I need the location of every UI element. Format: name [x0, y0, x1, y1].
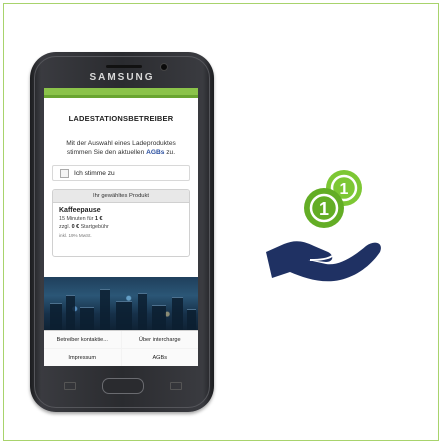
phone-screen: LADESTATIONSBETREIBER Mit der Auswahl ei… [44, 88, 198, 366]
agbs-button[interactable]: AGBs [121, 349, 198, 366]
fee-value: 0 € [71, 224, 80, 230]
app-top-bar [44, 88, 198, 95]
back-softkey[interactable] [170, 382, 182, 390]
agb-info-text: Mit der Auswahl eines Ladeproduktes stim… [52, 139, 190, 157]
footer-button-grid: Betreiber kontaktie... Über intercharge … [44, 330, 198, 366]
smartphone: SAMSUNG LADESTATIONSBETREIBER Mit der Au… [30, 52, 214, 412]
hand-with-coins-icon: 1 1 [262, 160, 392, 300]
agree-checkbox-row[interactable]: Ich stimme zu [52, 165, 190, 181]
product-card-header: Ihr gewähltes Produkt [53, 190, 189, 203]
product-name: Kaffeepause [59, 207, 101, 214]
fee-suffix: Startgebühr [79, 224, 109, 230]
agree-label: Ich stimme zu [74, 169, 115, 177]
agree-checkbox[interactable] [60, 168, 69, 178]
home-button[interactable] [102, 378, 144, 394]
front-camera [160, 63, 168, 71]
agb-link[interactable]: AGBs [146, 149, 164, 156]
app-top-bar-accent [44, 95, 198, 98]
imprint-button[interactable]: Impressum [44, 349, 121, 366]
menu-softkey[interactable] [64, 382, 76, 390]
about-intercharge-button[interactable]: Über intercharge [121, 331, 198, 348]
speaker-grille [106, 65, 142, 68]
contact-operator-button[interactable]: Betreiber kontaktie... [44, 331, 121, 348]
price-prefix: 15 Minuten für [59, 216, 95, 222]
product-price-line: 15 Minuten für 1 € [59, 216, 183, 222]
info-line-1: Mit der Auswahl eines Ladeproduktes [66, 140, 176, 147]
info-line-3: zu. [164, 149, 176, 156]
phone-brand: SAMSUNG [89, 72, 155, 83]
page-title: LADESTATIONSBETREIBER [68, 114, 174, 123]
fee-prefix: zzgl. [59, 224, 72, 230]
svg-text:1: 1 [319, 199, 329, 219]
selected-product-card: Ihr gewähltes Produkt Kaffeepause 15 Min… [52, 189, 190, 257]
tax-note: inkl. 19% MwSt. [59, 233, 92, 238]
city-background-image [44, 277, 198, 330]
price-value: 1 € [94, 216, 103, 222]
info-line-2: stimmen Sie den aktuellen [66, 149, 147, 156]
product-fee-line: zzgl. 0 € Startgebühr [59, 224, 183, 230]
svg-text:1: 1 [340, 181, 349, 198]
